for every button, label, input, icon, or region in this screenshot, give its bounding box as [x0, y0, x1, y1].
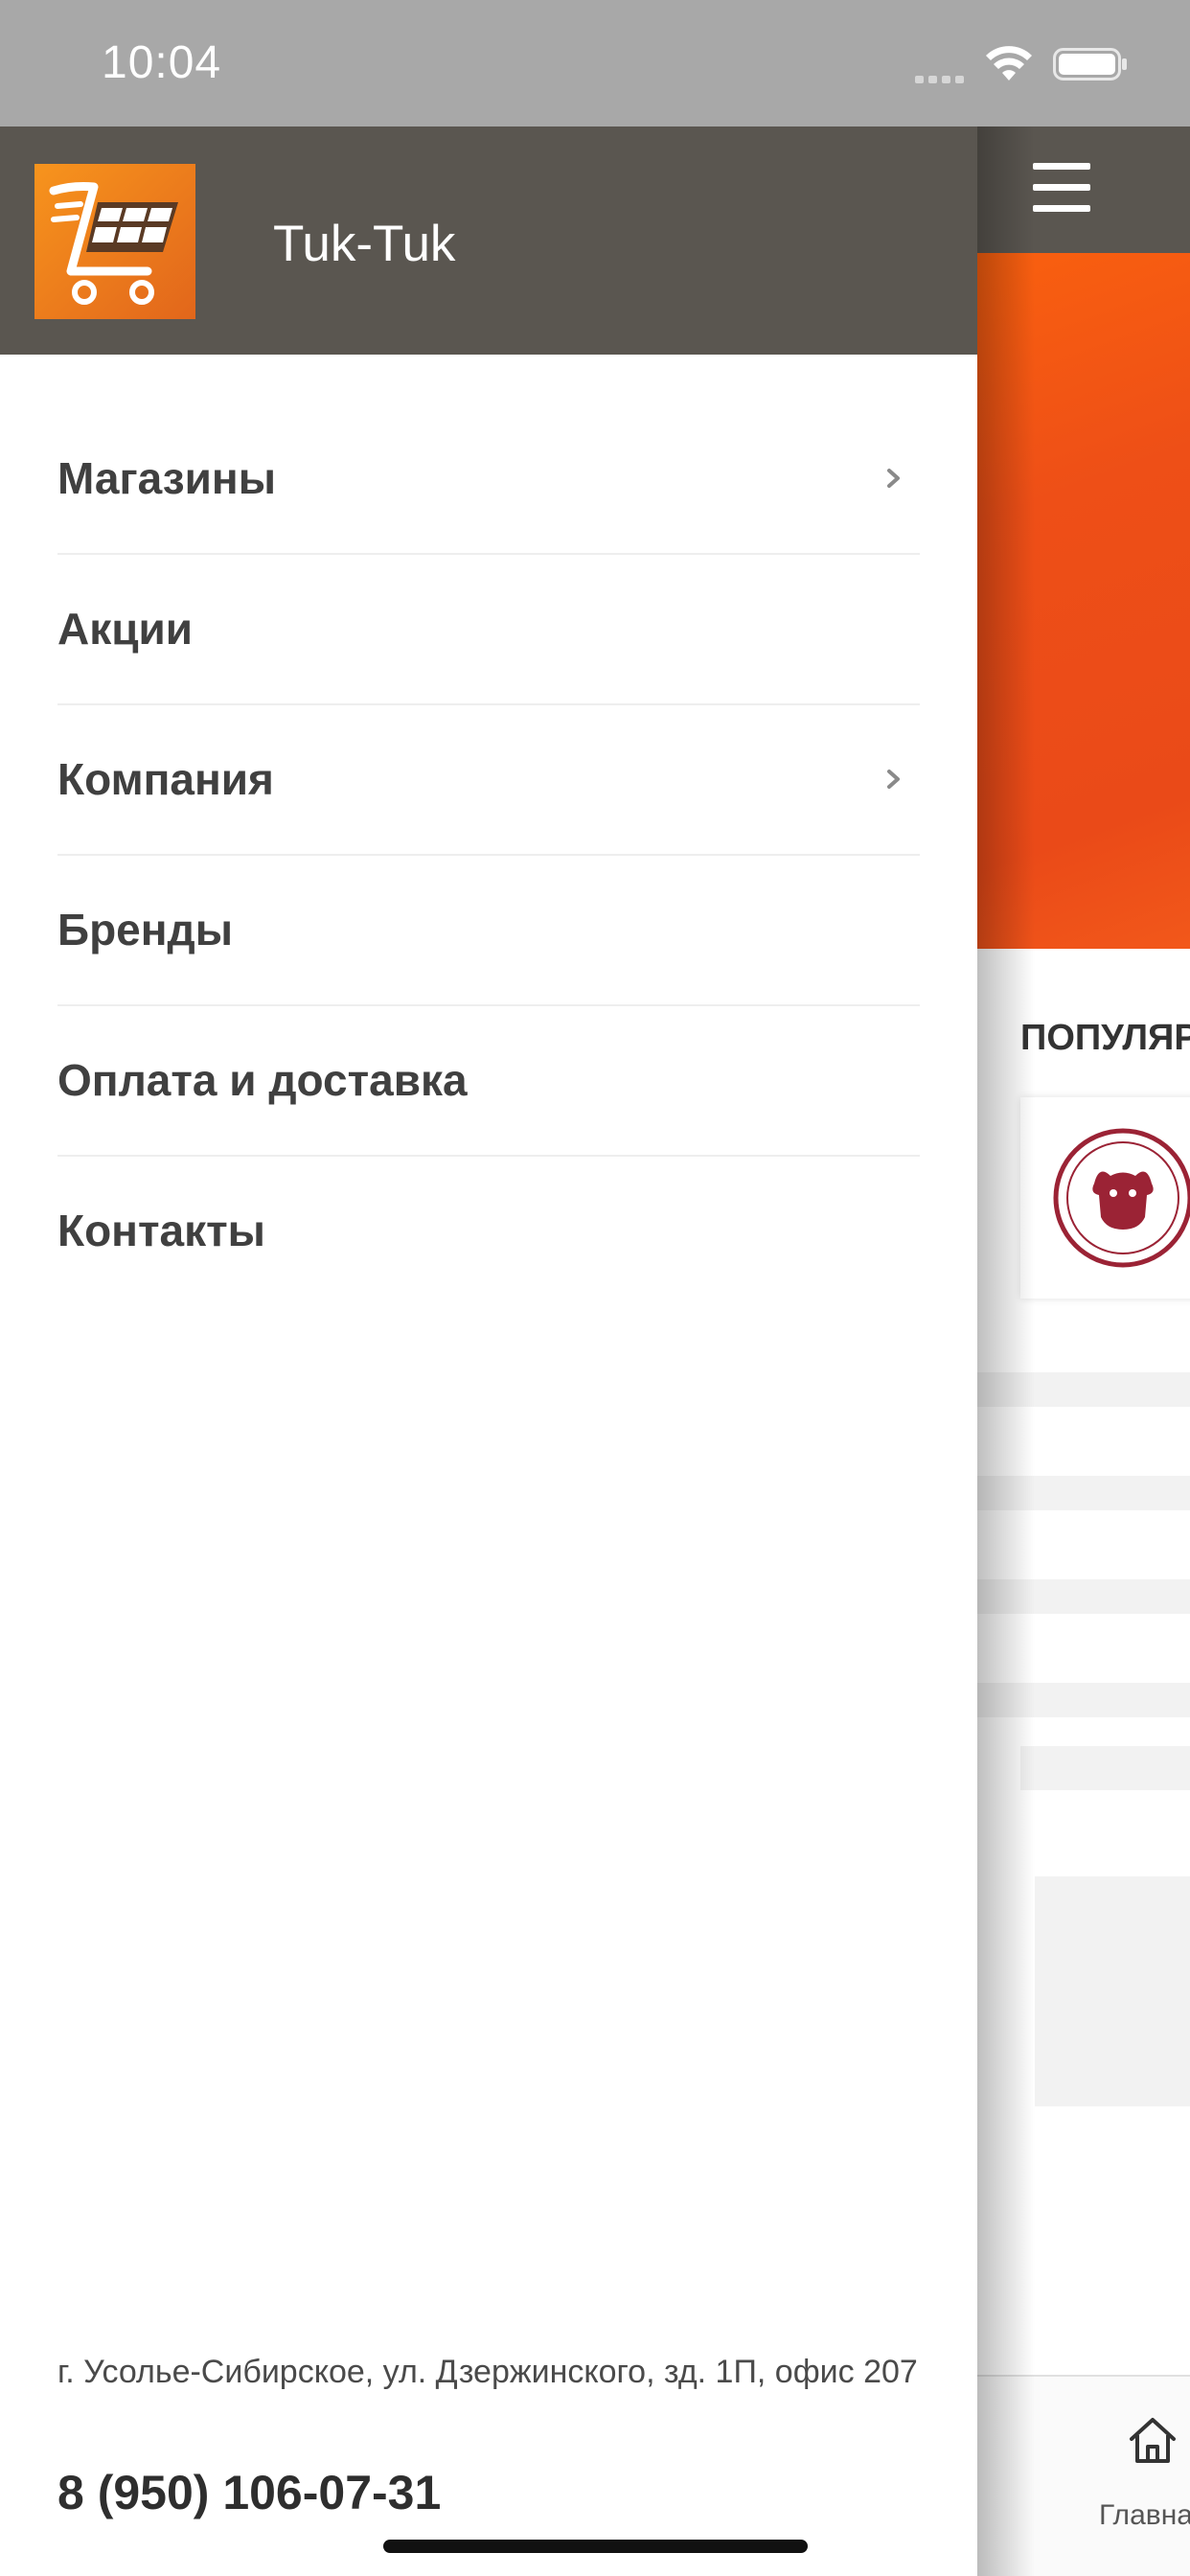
- menu-item-payment-delivery[interactable]: Оплата и доставка: [57, 1006, 920, 1157]
- status-bar: 10:04: [0, 0, 1190, 126]
- wifi-icon: [986, 46, 1032, 80]
- home-icon[interactable]: [1126, 2413, 1179, 2467]
- battery-icon: [1053, 48, 1127, 80]
- chevron-right-icon: [887, 469, 900, 488]
- app-title: Tuk-Tuk: [273, 216, 456, 272]
- home-indicator[interactable]: [383, 2540, 808, 2553]
- menu-item-label: Бренды: [57, 905, 234, 954]
- menu-item-label: Магазины: [57, 453, 276, 503]
- drawer-header: Tuk-Tuk: [0, 126, 977, 355]
- tab-home-label[interactable]: Главна: [1099, 2499, 1190, 2532]
- chevron-right-icon: [887, 770, 900, 789]
- company-address: г. Усолье-Сибирское, ул. Дзержинского, з…: [57, 2354, 918, 2390]
- menu-item-label: Контакты: [57, 1206, 265, 1255]
- placeholder-bar: [1020, 1746, 1190, 1790]
- company-phone[interactable]: 8 (950) 106-07-31: [57, 2465, 441, 2520]
- app-logo: [34, 164, 195, 319]
- status-time: 10:04: [102, 37, 222, 88]
- drawer-shadow: [977, 126, 1035, 2576]
- placeholder-block: [1035, 1876, 1190, 2106]
- brand-logo: [1053, 1128, 1190, 1268]
- menu-item-label: Акции: [57, 604, 194, 654]
- drawer-menu: Магазины Акции Компания Бренды Оплата и …: [57, 404, 920, 1305]
- navigation-drawer: Tuk-Tuk Магазины Акции Компания Бренды О…: [0, 126, 977, 2576]
- menu-item-company[interactable]: Компания: [57, 705, 920, 856]
- popular-section-title: ПОПУЛЯР: [1020, 1018, 1190, 1058]
- menu-item-stores[interactable]: Магазины: [57, 404, 920, 555]
- menu-item-label: Оплата и доставка: [57, 1055, 468, 1105]
- menu-item-contacts[interactable]: Контакты: [57, 1157, 920, 1305]
- hamburger-menu-icon[interactable]: [1033, 163, 1090, 213]
- menu-item-promotions[interactable]: Акции: [57, 555, 920, 705]
- menu-item-brands[interactable]: Бренды: [57, 856, 920, 1006]
- menu-item-label: Компания: [57, 754, 274, 804]
- brand-card[interactable]: [1020, 1097, 1190, 1299]
- cellular-signal-icon: [915, 71, 969, 83]
